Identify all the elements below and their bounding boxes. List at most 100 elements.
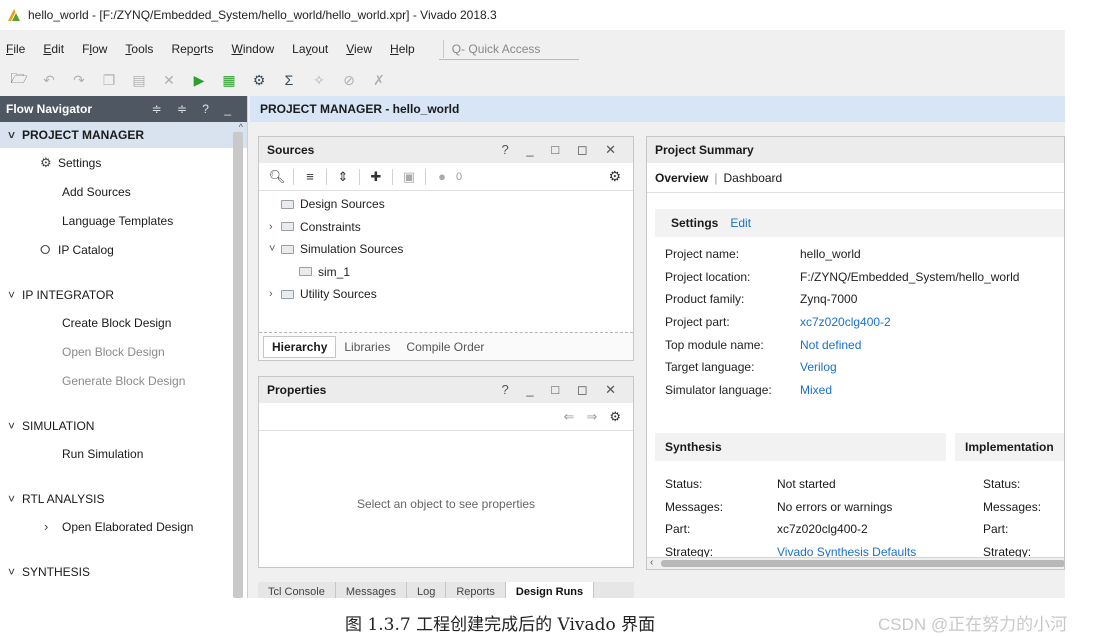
tree-node-design-sources[interactable]: Design Sources <box>269 193 633 216</box>
nav-item-add-sources[interactable]: Add Sources <box>0 177 247 206</box>
nav-item-generate-block-design[interactable]: Generate Block Design <box>0 366 247 395</box>
gear-icon[interactable]: ⚙ <box>608 168 621 185</box>
nav-section-ip-integrator[interactable]: ˅ IP INTEGRATOR <box>0 282 247 308</box>
nav-section-project-manager[interactable]: ˅ PROJECT MANAGER <box>0 122 247 148</box>
nav-section-synthesis[interactable]: ˅ SYNTHESIS <box>0 559 247 585</box>
chevron-down-icon[interactable]: ˅ <box>8 492 22 506</box>
gear-icon[interactable]: ⚙ <box>609 409 621 425</box>
tree-node-simulation-sources[interactable]: ˅ Simulation Sources <box>269 238 633 261</box>
settings-row: Top module name: Not defined <box>647 333 1064 356</box>
synthesis-value: Not started <box>777 477 836 492</box>
settings-edit-link[interactable]: Edit <box>730 216 751 230</box>
menu-reports[interactable]: Reports <box>171 42 213 56</box>
tab-messages[interactable]: Messages <box>336 582 407 598</box>
chevron-down-icon[interactable]: ˅ <box>269 243 281 255</box>
nav-item-run-simulation[interactable]: Run Simulation <box>0 439 247 468</box>
tab-overview[interactable]: Overview <box>655 171 708 185</box>
settings-value-link[interactable]: xc7z020clg400-2 <box>800 315 891 329</box>
menu-window[interactable]: Window <box>231 42 274 56</box>
tab-divider: | <box>714 170 718 185</box>
nav-section-label: PROJECT MANAGER <box>22 128 145 142</box>
properties-header: Properties ? _ □ ◻ ✕ <box>259 377 633 403</box>
open-project-icon[interactable]: 🗁 <box>8 69 30 91</box>
info-icon[interactable]: ▣ <box>399 169 419 185</box>
expand-all-icon[interactable]: ⇕ <box>333 169 353 185</box>
scroll-up-icon[interactable]: ^ <box>239 122 243 132</box>
menu-view[interactable]: View <box>346 42 372 56</box>
settings-value-link[interactable]: Mixed <box>800 383 832 397</box>
scroll-left-icon[interactable]: ‹ <box>650 557 653 568</box>
run-icon[interactable]: ▶ <box>188 69 210 91</box>
nav-item-label: IP Catalog <box>58 242 114 257</box>
settings-section-title: Settings <box>671 216 719 230</box>
search-icon[interactable]: 🔍︎ <box>267 169 287 185</box>
back-arrow-icon[interactable]: ⇐ <box>564 409 575 425</box>
nav-item-settings[interactable]: ⚙ Settings <box>0 148 247 177</box>
tree-node-sim-1[interactable]: sim_1 <box>269 261 633 284</box>
tab-log[interactable]: Log <box>407 582 447 598</box>
settings-value-link[interactable]: Not defined <box>800 338 861 352</box>
collapse-all-icon[interactable]: ≡ <box>300 169 320 184</box>
settings-value-link[interactable]: Verilog <box>800 360 837 374</box>
forward-arrow-icon[interactable]: ⇒ <box>586 409 597 425</box>
summary-horizontal-scrollbar[interactable]: ‹ <box>647 557 1064 569</box>
tree-node-label: Design Sources <box>300 197 385 212</box>
nav-section-simulation[interactable]: ˅ SIMULATION <box>0 413 247 439</box>
add-sources-icon[interactable]: ✚ <box>366 169 386 185</box>
toolbar-separator <box>326 168 327 185</box>
quick-access-search[interactable]: Q- Quick Access <box>438 38 579 60</box>
tree-node-constraints[interactable]: › Constraints <box>269 216 633 239</box>
sigma-icon[interactable]: Σ <box>278 69 300 91</box>
delete-icon[interactable]: ✕ <box>158 69 180 91</box>
flow-navigator-controls[interactable]: ≑ ≑ ? _ <box>152 102 237 116</box>
nav-item-create-block-design[interactable]: Create Block Design <box>0 308 247 337</box>
chevron-right-icon[interactable]: › <box>269 288 281 300</box>
nav-item-open-block-design[interactable]: Open Block Design <box>0 337 247 366</box>
flow-navigator-scrollbar[interactable] <box>233 132 243 598</box>
chevron-right-icon[interactable]: › <box>44 519 62 534</box>
copy-icon[interactable]: ❐ <box>98 69 120 91</box>
tree-node-utility-sources[interactable]: › Utility Sources <box>269 283 633 306</box>
tab-hierarchy[interactable]: Hierarchy <box>263 335 337 358</box>
settings-rows: Project name: hello_world Project location… <box>647 243 1064 401</box>
menu-help[interactable]: Help <box>390 42 415 56</box>
tab-libraries[interactable]: Libraries <box>336 340 398 354</box>
redo-icon[interactable]: ↷ <box>68 69 90 91</box>
tab-tcl-console[interactable]: Tcl Console <box>258 582 336 598</box>
tab-dashboard[interactable]: Dashboard <box>724 171 783 185</box>
chevron-down-icon[interactable]: ˅ <box>8 128 22 142</box>
quick-access-separator <box>442 39 444 58</box>
nav-item-ip-catalog[interactable]: ⭘ IP Catalog <box>0 235 247 264</box>
wand-icon[interactable]: ✧ <box>308 69 330 91</box>
tree-node-label: sim_1 <box>318 264 351 279</box>
chevron-down-icon[interactable]: ˅ <box>8 288 22 302</box>
settings-icon[interactable]: ⚙ <box>248 69 270 91</box>
menu-tools[interactable]: Tools <box>125 42 153 56</box>
chevron-down-icon[interactable]: ˅ <box>8 419 22 433</box>
sources-toolbar: 🔍︎ ≡ ⇕ ✚ ▣ ● 0 ⚙ <box>259 163 633 191</box>
tab-compile-order[interactable]: Compile Order <box>398 340 492 354</box>
nav-section-gap <box>0 395 247 413</box>
cross-icon[interactable]: ✗ <box>368 69 390 91</box>
menu-label-suffix: elp <box>398 42 415 56</box>
menu-edit[interactable]: Edit <box>43 42 64 56</box>
chevron-right-icon[interactable]: › <box>269 221 281 233</box>
chevron-down-icon[interactable]: ˅ <box>8 565 22 579</box>
tab-reports[interactable]: Reports <box>446 582 506 598</box>
slash-icon[interactable]: ⊘ <box>338 69 360 91</box>
menu-layout[interactable]: Layout <box>292 42 328 56</box>
status-dot-icon: ● <box>438 169 446 184</box>
scrollbar-thumb[interactable] <box>661 560 1064 567</box>
paste-icon[interactable]: ▤ <box>128 69 150 91</box>
nav-item-language-templates[interactable]: Language Templates <box>0 206 247 235</box>
panel-window-controls[interactable]: ? _ □ ◻ ✕ <box>502 382 623 398</box>
tab-design-runs[interactable]: Design Runs <box>505 582 595 598</box>
nav-item-open-elaborated-design[interactable]: › Open Elaborated Design <box>0 512 247 541</box>
undo-icon[interactable]: ↶ <box>38 69 60 91</box>
menu-flow[interactable]: Flow <box>82 42 107 56</box>
menu-file[interactable]: File <box>6 42 25 56</box>
nav-section-rtl-analysis[interactable]: ˅ RTL ANALYSIS <box>0 486 247 512</box>
program-device-icon[interactable]: ▦ <box>218 69 240 91</box>
panel-window-controls[interactable]: ? _ □ ◻ ✕ <box>502 142 623 158</box>
project-summary-title: Project Summary <box>655 143 754 157</box>
